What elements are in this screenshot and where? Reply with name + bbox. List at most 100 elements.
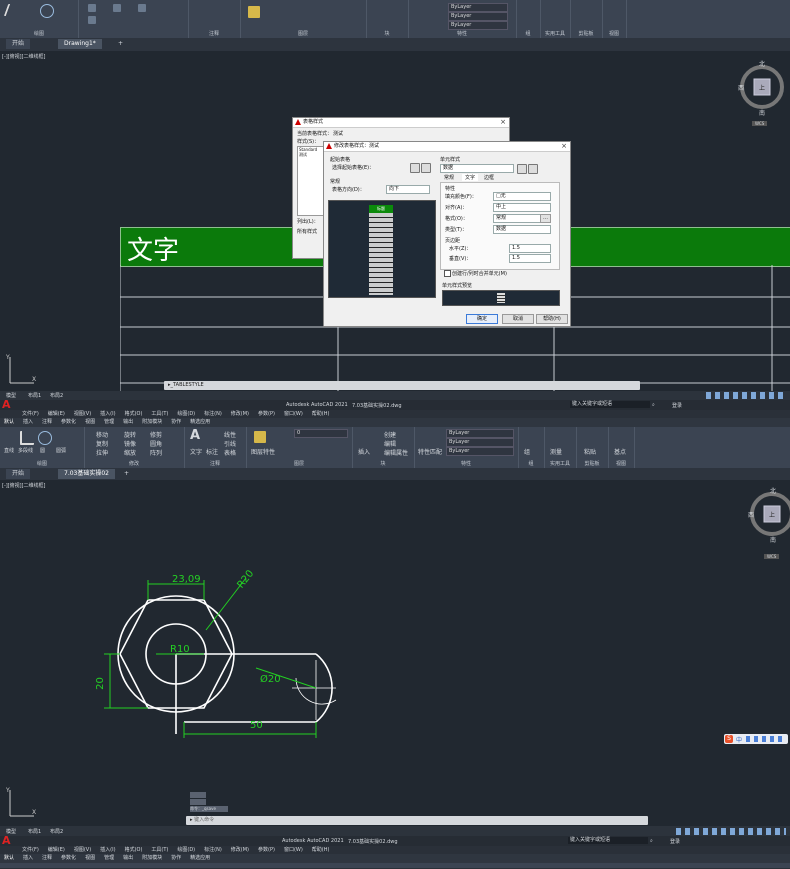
bottom-tab-start[interactable]: 开始 bbox=[6, 469, 31, 479]
cell-style-select[interactable]: 数据 bbox=[440, 164, 514, 173]
search-icon[interactable]: ⌕ bbox=[652, 402, 655, 408]
dim-top[interactable]: 23,09 bbox=[172, 574, 201, 585]
menu-tools[interactable]: 工具(T) bbox=[151, 411, 168, 417]
vertical-margin-input[interactable]: 1.5 bbox=[509, 254, 551, 263]
top-viewcube[interactable]: 北 西 南 上 WCS bbox=[738, 59, 786, 129]
top-tab-add[interactable]: + bbox=[112, 39, 129, 49]
styles-list[interactable]: Standard 测试 bbox=[297, 146, 325, 216]
viewcube-wcs[interactable]: WCS bbox=[764, 554, 780, 559]
select-table-icon[interactable] bbox=[410, 163, 420, 173]
bottom-group-block[interactable]: 插入 创建 编辑 编辑属性 块 bbox=[352, 427, 415, 468]
bottom-tab-drawing[interactable]: 7.03基础实操02 bbox=[58, 469, 115, 479]
bottom-group-groups[interactable]: 组 组 bbox=[518, 427, 545, 468]
menu-edit[interactable]: 编辑(E) bbox=[48, 411, 65, 417]
create-block-tool[interactable]: 创建 bbox=[384, 430, 396, 439]
bottom-group-clipboard[interactable]: 粘贴 剪贴板 bbox=[576, 427, 609, 468]
top-lineweight-select[interactable]: ByLayer bbox=[448, 21, 508, 30]
bottom-group-modify[interactable]: 移动 旋转 修剪 复制 镜像 圆角 拉伸 缩放 阵列 修改 bbox=[84, 427, 185, 468]
table-direction-select[interactable]: 向下 bbox=[386, 185, 430, 194]
viewcube-north[interactable]: 北 bbox=[759, 59, 765, 68]
linetype-select[interactable]: ByLayer bbox=[446, 438, 514, 447]
viewcube-top-face[interactable]: 上 bbox=[769, 510, 775, 519]
dim-phi[interactable]: Ø20 bbox=[260, 674, 281, 685]
trim-tool[interactable]: 修剪 bbox=[150, 430, 162, 439]
top-group-modify[interactable] bbox=[78, 0, 189, 38]
cancel-button[interactable]: 取消 bbox=[502, 314, 534, 324]
new-cell-style-icon[interactable] bbox=[517, 164, 527, 174]
login-button-2[interactable]: 登录 bbox=[670, 838, 680, 845]
bottom-viewcube[interactable]: 北 西 南 上 WCS bbox=[742, 486, 790, 566]
ribbon-tab-annotate[interactable]: 注释 bbox=[42, 419, 52, 425]
ribbon-tab-manage[interactable]: 管理 bbox=[104, 419, 114, 425]
viewcube-wcs[interactable]: WCS bbox=[752, 121, 768, 126]
alignment-select[interactable]: 中上 bbox=[493, 203, 551, 212]
base-view-tool[interactable]: 基点 bbox=[614, 447, 626, 456]
autocad-a-logo-icon[interactable]: A bbox=[2, 835, 11, 846]
bottom-layout-tab-1[interactable]: 布局1 bbox=[28, 828, 41, 835]
modify-table-style-dialog[interactable]: 修改表格样式：测试 × 起始表格 选择起始表格(E)： 常规 表格方向(D)： … bbox=[323, 141, 571, 327]
help-button[interactable]: 帮助(H) bbox=[536, 314, 568, 324]
bottom-layout-tab-2[interactable]: 布局2 bbox=[50, 828, 63, 835]
edit-block-tool[interactable]: 编辑 bbox=[384, 439, 396, 448]
top-group-properties[interactable]: ByLayer ByLayer ByLayer 特性 bbox=[408, 0, 517, 38]
viewcube-south[interactable]: 南 bbox=[770, 535, 776, 544]
format-browse-button[interactable]: … bbox=[540, 214, 551, 223]
viewcube-south[interactable]: 南 bbox=[759, 108, 765, 117]
bottom-group-properties[interactable]: 特性匹配 ByLayer ByLayer ByLayer 特性 bbox=[414, 427, 519, 468]
viewcube-west[interactable]: 西 bbox=[738, 83, 744, 92]
search-input-2[interactable]: 键入关键字或短语 bbox=[568, 837, 648, 844]
menu-help[interactable]: 帮助(H) bbox=[312, 411, 330, 417]
status-toggles-icon[interactable] bbox=[676, 828, 786, 835]
ribbon-tab-view[interactable]: 视图 bbox=[85, 419, 95, 425]
ribbon-tab-insert[interactable]: 插入 bbox=[23, 419, 33, 425]
text-tool[interactable]: 文字 bbox=[190, 447, 202, 456]
ribbon-tab-addins[interactable]: 附加模块 bbox=[142, 419, 162, 425]
menu-draw[interactable]: 绘图(D) bbox=[177, 411, 195, 417]
lineweight-select[interactable]: ByLayer bbox=[446, 447, 514, 456]
match-properties-tool[interactable]: 特性匹配 bbox=[418, 447, 442, 456]
dimension-tool[interactable]: 标注 bbox=[206, 447, 218, 456]
login-button[interactable]: 登录 bbox=[672, 402, 682, 409]
copy-tool[interactable]: 复制 bbox=[96, 439, 108, 448]
top-group-block[interactable]: 块 bbox=[366, 0, 409, 38]
tab-borders[interactable]: 边框 bbox=[484, 174, 494, 181]
close-icon[interactable]: × bbox=[561, 142, 567, 151]
table-tool[interactable]: 表格 bbox=[224, 448, 236, 457]
menu-insert[interactable]: 插入(I) bbox=[100, 411, 115, 417]
tab-text[interactable]: 文字 bbox=[462, 174, 479, 181]
circle-tool[interactable]: 圆 bbox=[40, 447, 45, 454]
fillet-tool[interactable]: 圆角 bbox=[150, 439, 162, 448]
top-group-clipboard[interactable]: 剪贴板 bbox=[570, 0, 603, 38]
top-linetype-select[interactable]: ByLayer bbox=[448, 12, 508, 21]
paste-tool[interactable]: 粘贴 bbox=[584, 447, 596, 456]
array-tool[interactable]: 阵列 bbox=[150, 448, 162, 457]
linear-tool[interactable]: 线性 bbox=[224, 430, 236, 439]
status-toggles-icon[interactable] bbox=[706, 392, 786, 399]
bottom-drawing-area[interactable]: [-][俯视][二维线框] 北 西 南 上 WCS 23,09 R20 R10 … bbox=[0, 480, 790, 826]
bottom-group-layers[interactable]: 图层特性 0 图层 bbox=[246, 427, 353, 468]
top-group-view[interactable]: 视图 bbox=[602, 0, 627, 38]
bottom-viewport-label[interactable]: [-][俯视][二维线框] bbox=[2, 482, 46, 489]
group-tool[interactable]: 组 bbox=[524, 447, 530, 456]
dim-bottom[interactable]: 50 bbox=[250, 720, 263, 731]
menu-dimension[interactable]: 标注(N) bbox=[204, 411, 222, 417]
manage-cell-style-icon[interactable] bbox=[528, 164, 538, 174]
edit-attribute-tool[interactable]: 编辑属性 bbox=[384, 448, 408, 457]
leader-tool[interactable]: 引线 bbox=[224, 439, 236, 448]
list-filter-select[interactable]: 所有样式 bbox=[297, 228, 317, 235]
layer-select[interactable]: 0 bbox=[294, 429, 348, 438]
ribbon-tab-home[interactable]: 默认 bbox=[4, 419, 14, 425]
ime-mode[interactable]: 中 bbox=[736, 735, 742, 744]
menu-window[interactable]: 窗口(W) bbox=[284, 411, 303, 417]
text-tool-icon[interactable]: A bbox=[190, 428, 200, 443]
table-style-titlebar[interactable]: 表格样式 × bbox=[293, 118, 509, 128]
move-tool[interactable]: 移动 bbox=[96, 430, 108, 439]
top-group-annotate[interactable]: 注释 bbox=[188, 0, 241, 38]
top-layout-tab-2[interactable]: 布局2 bbox=[50, 392, 63, 399]
viewcube-north[interactable]: 北 bbox=[770, 486, 776, 495]
top-drawing-area[interactable]: [-][俯视][二维线框] 北 西 南 上 WCS 文字 YX 表格样式 × 当… bbox=[0, 51, 790, 391]
mirror-tool[interactable]: 镜像 bbox=[124, 439, 136, 448]
menu-format[interactable]: 格式(O) bbox=[125, 411, 143, 417]
bottom-command-line[interactable]: ▸ 键入命令 bbox=[186, 816, 648, 825]
move-icon[interactable] bbox=[88, 4, 96, 12]
